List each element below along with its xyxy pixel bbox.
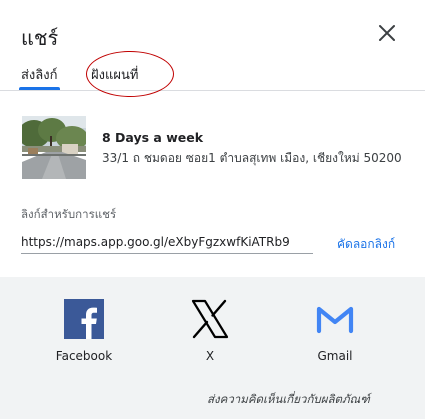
share-link-field[interactable] [21, 230, 313, 254]
share-facebook-button[interactable]: Facebook [39, 299, 129, 363]
close-icon[interactable] [376, 22, 398, 44]
gmail-icon [316, 306, 354, 334]
tab-send-link[interactable]: ส่งลิงก์ [21, 64, 57, 85]
x-icon [191, 299, 229, 339]
street-view-photo-icon [22, 116, 86, 179]
copy-link-button[interactable]: คัดลอกลิงก์ [337, 235, 395, 254]
share-x-button[interactable]: X [165, 299, 255, 363]
place-thumbnail[interactable] [22, 116, 86, 179]
place-name: 8 Days a week [102, 130, 204, 145]
share-gmail-button[interactable]: Gmail [290, 299, 380, 363]
share-dialog: แชร์ ส่งลิงก์ ฝังแผนที่ 8 Days a week 33… [0, 0, 425, 419]
x-label: X [205, 349, 215, 363]
tab-divider [0, 90, 425, 91]
send-feedback-link[interactable]: ส่งความคิดเห็นเกี่ยวกับผลิตภัณฑ์ [207, 391, 370, 409]
facebook-icon [64, 299, 104, 339]
dialog-title: แชร์ [21, 26, 59, 50]
tab-embed-map[interactable]: ฝังแผนที่ [91, 64, 138, 85]
share-link-label: ลิงก์สำหรับการแชร์ [21, 207, 117, 221]
gmail-label: Gmail [317, 349, 353, 363]
place-address: 33/1 ถ ชมดอย ซอย1 ตำบลสุเทพ เมือง, เชียง… [102, 151, 402, 165]
facebook-label: Facebook [55, 349, 113, 363]
